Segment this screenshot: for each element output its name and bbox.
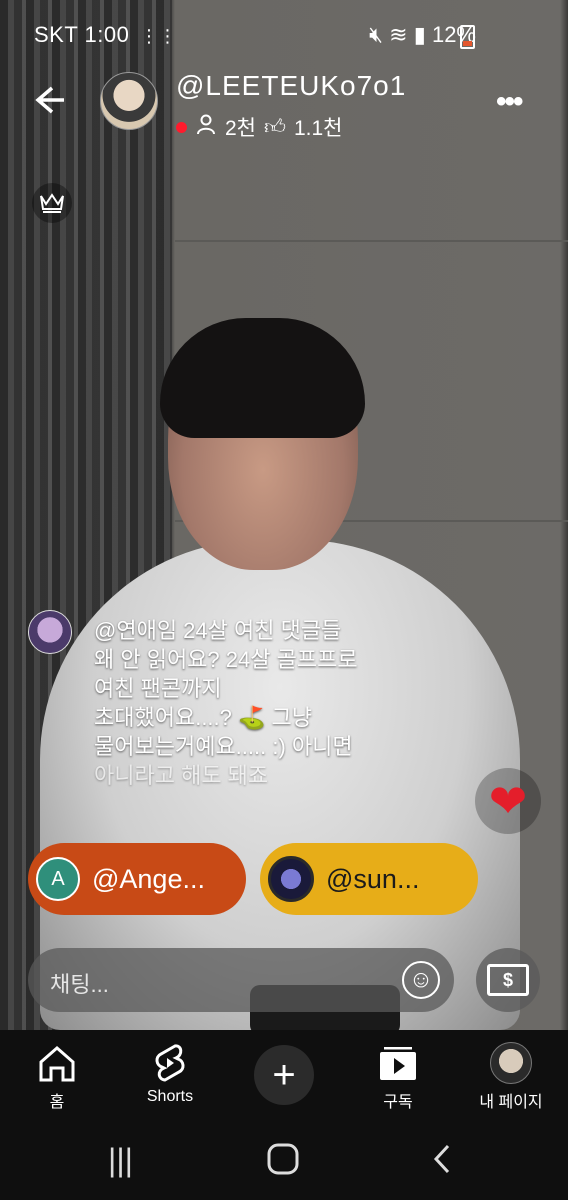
- channel-avatar[interactable]: [100, 72, 158, 130]
- home-icon: [2, 1040, 112, 1086]
- recent-apps-icon[interactable]: |||: [108, 1142, 133, 1179]
- nav-label: 내 페이지: [479, 1094, 543, 1111]
- heart-reaction-icon[interactable]: ❤: [475, 768, 541, 834]
- pill-avatar: [268, 856, 314, 902]
- profile-avatar: [490, 1042, 532, 1084]
- more-options-icon[interactable]: •••: [496, 85, 523, 119]
- nav-label: Shorts: [146, 1088, 194, 1105]
- subscriptions-icon: [343, 1040, 453, 1086]
- like-count: 1.1천: [293, 117, 343, 140]
- nav-home[interactable]: 홈: [2, 1030, 112, 1120]
- nav-label: 구독: [383, 1094, 413, 1111]
- chat-message: @연애임 24살 여친 댓글들 왜 안 읽어요? 24살 골프프로 여친 팬콘까…: [94, 616, 454, 790]
- super-chat-button[interactable]: $: [476, 948, 540, 1012]
- nav-create[interactable]: +: [229, 1030, 339, 1120]
- home-system-icon[interactable]: [266, 1142, 300, 1184]
- back-system-icon[interactable]: [430, 1142, 454, 1184]
- nav-subscriptions[interactable]: 구독: [343, 1030, 453, 1120]
- chat-line: 아니라고 해도 돼죠: [94, 763, 269, 788]
- system-nav-bar: |||: [0, 1120, 568, 1200]
- chat-placeholder: 채팅...: [50, 972, 109, 997]
- pill-label: @Ange...: [92, 863, 205, 894]
- wifi-icon: ≋: [389, 22, 408, 47]
- nav-label: 홈: [49, 1094, 65, 1111]
- streamer-hair: [160, 318, 365, 438]
- viewer-count: 2천: [225, 117, 256, 140]
- back-arrow-icon[interactable]: [30, 82, 70, 122]
- status-carrier-time: SKT 1:00 ⋮⋮: [34, 22, 177, 47]
- viewers-icon: [195, 113, 217, 141]
- crown-icon[interactable]: [32, 183, 72, 223]
- nav-my-page[interactable]: 내 페이지: [456, 1030, 566, 1120]
- viewer-pill[interactable]: A @Ange...: [28, 843, 246, 915]
- chat-line: 초대했어요....? ⛳ 그냥: [94, 705, 312, 730]
- bottom-nav: 홈 Shorts + 구독 내 페이지: [0, 1030, 568, 1120]
- signal-icon: ▮: [413, 22, 426, 47]
- viewer-pill[interactable]: @sun...: [260, 843, 478, 915]
- emoji-icon[interactable]: ☺: [402, 961, 440, 999]
- chat-line: 왜 안 읽어요? 24살 골프프로: [94, 647, 358, 672]
- pill-avatar: A: [36, 857, 80, 901]
- wall-panel-line: [175, 240, 568, 242]
- battery-icon: [460, 25, 475, 49]
- create-icon: +: [254, 1045, 314, 1105]
- live-stats: 2천 👍︎ 1.1천: [176, 112, 342, 142]
- chat-line: 여친 팬콘까지: [94, 676, 222, 701]
- footprints-icon: ⋮⋮: [139, 26, 177, 46]
- channel-name[interactable]: @LEETEUKo7o1: [176, 70, 406, 102]
- nav-avatar-wrap: [456, 1040, 566, 1086]
- chat-line: @연애임 24살 여친 댓글들: [94, 618, 342, 643]
- nav-shorts[interactable]: Shorts: [115, 1030, 225, 1120]
- thumbs-up-icon: 👍︎: [264, 116, 286, 139]
- mute-icon: 🔇︎: [369, 22, 384, 47]
- dollar-bill-icon: $: [487, 964, 529, 996]
- chat-user-avatar[interactable]: [28, 610, 72, 654]
- live-dot: [176, 121, 187, 133]
- pill-label: @sun...: [326, 863, 420, 894]
- chat-line: 물어보는거예요..... :) 아니면: [94, 734, 353, 759]
- chat-input[interactable]: 채팅... ☺: [28, 948, 454, 1012]
- shorts-icon: [115, 1040, 225, 1086]
- status-bar: SKT 1:00 ⋮⋮ 🔇︎ ≋ ▮ 12%: [0, 0, 568, 70]
